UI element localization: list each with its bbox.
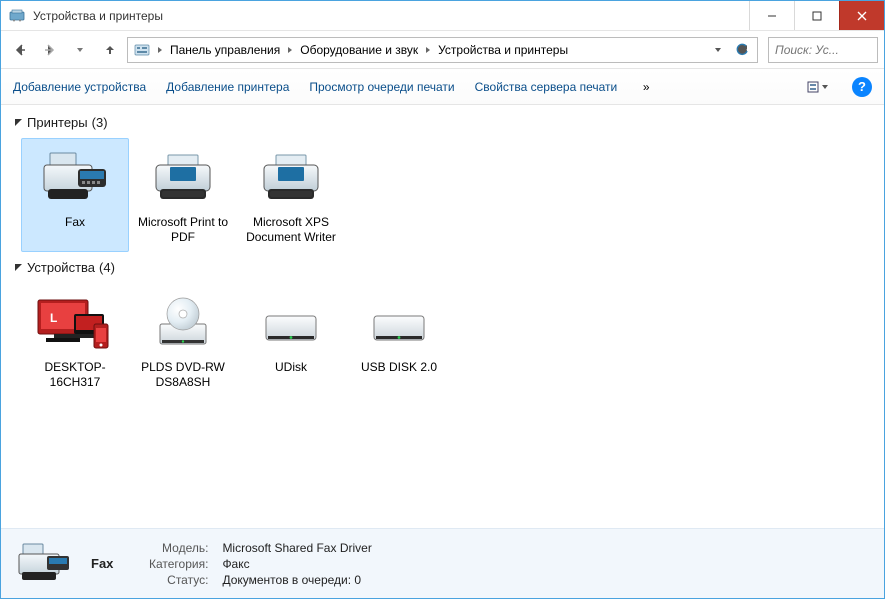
titlebar: Устройства и принтеры: [1, 1, 884, 31]
drive-icon: [359, 290, 439, 358]
navbar: Панель управления Оборудование и звук Ус…: [1, 31, 884, 69]
group-title: Принтеры: [27, 115, 88, 130]
search-box[interactable]: [768, 37, 878, 63]
details-row-key: Категория:: [149, 557, 208, 571]
svg-text:L: L: [50, 311, 57, 325]
device-label: Fax: [65, 215, 85, 230]
details-row-value: Документов в очереди: 0: [222, 573, 371, 587]
search-input[interactable]: [773, 42, 873, 58]
toolbar: Добавление устройства Добавление принтер…: [1, 69, 884, 105]
address-bar[interactable]: Панель управления Оборудование и звук Ус…: [127, 37, 758, 63]
details-row-value: Microsoft Shared Fax Driver: [222, 541, 371, 555]
view-mode-button[interactable]: [804, 76, 832, 98]
history-chevron-button[interactable]: [707, 39, 729, 61]
device-label: PLDS DVD-RW DS8A8SH: [134, 360, 232, 390]
device-label: Microsoft Print to PDF: [134, 215, 232, 245]
device-item[interactable]: L DESKTOP-16CH317: [21, 283, 129, 397]
refresh-button[interactable]: [731, 39, 753, 61]
chevron-right-icon[interactable]: [422, 39, 434, 61]
printer-icon: [143, 145, 223, 213]
device-item[interactable]: PLDS DVD-RW DS8A8SH: [129, 283, 237, 397]
forward-button[interactable]: [37, 37, 63, 63]
breadcrumb-item[interactable]: Устройства и принтеры: [434, 39, 572, 61]
device-item[interactable]: Microsoft Print to PDF: [129, 138, 237, 252]
help-button[interactable]: ?: [852, 77, 872, 97]
group-count: (3): [92, 115, 108, 130]
chevron-right-icon[interactable]: [154, 39, 166, 61]
minimize-button[interactable]: [749, 1, 794, 30]
printer-icon: [251, 145, 331, 213]
group-header[interactable]: Устройства (4): [1, 256, 884, 279]
device-item[interactable]: USB DISK 2.0: [345, 283, 453, 397]
collapse-triangle-icon: [13, 118, 23, 128]
details-row-key: Статус:: [149, 573, 208, 587]
close-button[interactable]: [839, 1, 884, 30]
chevron-right-icon[interactable]: [284, 39, 296, 61]
dvd-icon: [143, 290, 223, 358]
maximize-button[interactable]: [794, 1, 839, 30]
app-icon: [7, 6, 27, 26]
toolbar-item-print-queue[interactable]: Просмотр очереди печати: [309, 80, 454, 94]
window-title: Устройства и принтеры: [33, 9, 163, 23]
device-item[interactable]: UDisk: [237, 283, 345, 397]
item-grid: L DESKTOP-16CH317 PLDS DVD-RW D: [1, 279, 884, 401]
device-item[interactable]: Microsoft XPS Document Writer: [237, 138, 345, 252]
device-label: UDisk: [275, 360, 307, 375]
collapse-triangle-icon: [13, 263, 23, 273]
details-name: Fax: [91, 556, 131, 571]
group-count: (4): [99, 260, 115, 275]
device-item[interactable]: Fax: [21, 138, 129, 252]
toolbar-item-add-device[interactable]: Добавление устройства: [13, 80, 146, 94]
details-icon: [15, 540, 73, 588]
group-title: Устройства: [27, 260, 95, 275]
device-label: DESKTOP-16CH317: [26, 360, 124, 390]
toolbar-overflow-button[interactable]: »: [637, 78, 655, 96]
up-button[interactable]: [97, 37, 123, 63]
breadcrumb-item[interactable]: Оборудование и звук: [296, 39, 422, 61]
toolbar-item-add-printer[interactable]: Добавление принтера: [166, 80, 289, 94]
details-pane: Fax Модель: Microsoft Shared Fax Driver Ка…: [1, 528, 884, 598]
fax-icon: [35, 145, 115, 213]
control-panel-icon: [132, 40, 152, 60]
group-header[interactable]: Принтеры (3): [1, 111, 884, 134]
device-label: Microsoft XPS Document Writer: [242, 215, 340, 245]
desktop-red-icon: L: [35, 290, 115, 358]
details-row-value: Факс: [222, 557, 371, 571]
back-button[interactable]: [7, 37, 33, 63]
device-label: USB DISK 2.0: [361, 360, 437, 375]
details-rows: Модель: Microsoft Shared Fax Driver Катего…: [149, 541, 372, 587]
item-grid: Fax Microsoft Print to PDF Microsoft XPS…: [1, 134, 884, 256]
window: Устройства и принтеры: [0, 0, 885, 599]
recent-locations-button[interactable]: [67, 37, 93, 63]
toolbar-item-server-props[interactable]: Свойства сервера печати: [475, 80, 618, 94]
breadcrumb-item[interactable]: Панель управления: [166, 39, 284, 61]
details-row-key: Модель:: [149, 541, 208, 555]
content-pane: Принтеры (3) Fax Microsoft Print to PDF: [1, 105, 884, 528]
drive-icon: [251, 290, 331, 358]
